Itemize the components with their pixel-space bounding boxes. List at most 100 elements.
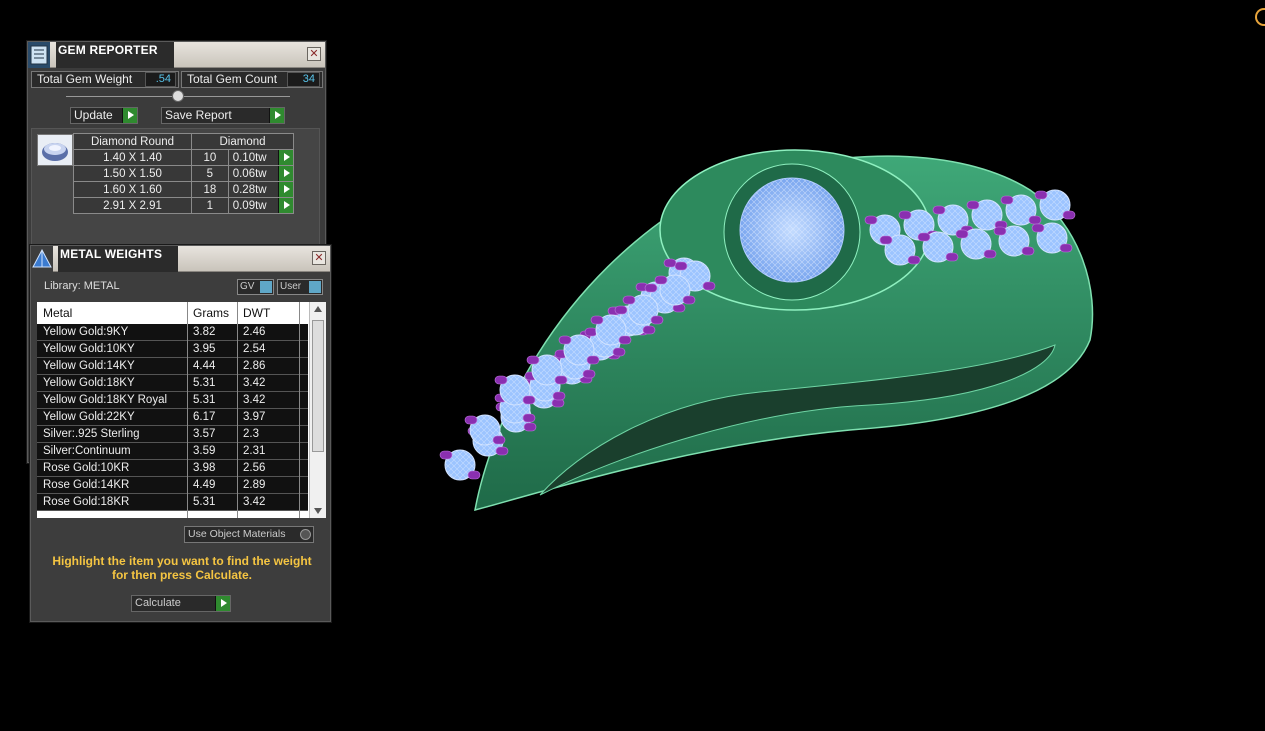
prong (622, 295, 636, 305)
prong (644, 283, 658, 293)
metal-grams: 3.57 (193, 428, 216, 440)
scroll-thumb[interactable] (312, 320, 324, 452)
prong (1000, 195, 1014, 205)
gem-count: 10 (191, 149, 229, 166)
prong (526, 355, 540, 365)
close-icon[interactable]: ✕ (307, 47, 321, 61)
metal-grams: 3.98 (193, 462, 216, 474)
prong (650, 315, 664, 325)
table-row[interactable]: 2.91 X 2.91 1 0.09tw (73, 197, 295, 214)
column-divider (187, 302, 188, 518)
gem-reporter-titlebar[interactable]: GEM REPORTER ✕ (28, 42, 325, 68)
metal-name: Yellow Gold:18KY (43, 377, 135, 389)
prong (523, 422, 537, 432)
prong (494, 375, 508, 385)
save-report-button[interactable]: Save Report (161, 107, 285, 124)
table-row[interactable]: 1.50 X 1.50 5 0.06tw (73, 165, 295, 182)
prong (582, 369, 596, 379)
scrollbar[interactable] (309, 302, 326, 518)
metal-pyramid-icon (31, 246, 53, 272)
table-row[interactable]: Rose Gold:10KR 3.98 2.56 (37, 460, 308, 477)
prong (983, 249, 997, 259)
metal-grams: 6.17 (193, 411, 216, 423)
gem-weight: 0.09tw (227, 197, 295, 214)
metal-dwt: 2.46 (243, 326, 266, 338)
prong (654, 275, 668, 285)
table-row[interactable]: Yellow Gold:9KY 3.82 2.46 (37, 324, 308, 341)
metal-dwt: 3.97 (243, 411, 266, 423)
close-icon[interactable]: ✕ (312, 251, 326, 265)
scroll-down-icon[interactable] (314, 508, 322, 514)
prong (945, 252, 959, 262)
table-row[interactable]: Rose Gold:14KR 4.49 2.89 (37, 477, 308, 494)
center-stone-net (740, 178, 844, 282)
calculate-button[interactable]: Calculate (131, 595, 231, 612)
report-icon (28, 42, 50, 68)
table-row[interactable]: Rose Gold:18KR 5.31 3.42 (37, 494, 308, 511)
metal-name: Rose Gold:18KR (43, 496, 130, 508)
prong (932, 205, 946, 215)
gem-count: 5 (191, 165, 229, 182)
col-grams[interactable]: Grams (193, 302, 229, 324)
metal-weights-title: METAL WEIGHTS (58, 246, 178, 272)
prong (522, 395, 536, 405)
ring-3d-viewport[interactable] (430, 130, 1120, 530)
use-object-materials-toggle[interactable]: Use Object Materials (184, 526, 314, 543)
table-row[interactable]: Yellow Gold:10KY 3.95 2.54 (37, 341, 308, 358)
metal-name: Silver:Continuum (43, 445, 131, 457)
viewport-orbit-icon[interactable] (1255, 8, 1265, 26)
prong (663, 258, 677, 268)
play-icon[interactable] (278, 166, 293, 181)
table-row[interactable]: Yellow Gold:14KY 4.44 2.86 (37, 358, 308, 375)
play-icon (215, 596, 230, 611)
total-gem-weight-value: .54 (145, 72, 176, 87)
play-icon[interactable] (278, 150, 293, 165)
prong (1021, 246, 1035, 256)
metal-dwt: 2.56 (243, 462, 266, 474)
gv-label: GV (240, 281, 255, 292)
update-button[interactable]: Update (70, 107, 138, 124)
prong (993, 226, 1007, 236)
table-row[interactable]: Yellow Gold:18KY Royal 5.31 3.42 (37, 392, 308, 409)
metal-table: Metal Grams DWT Yellow Gold:9KY 3.82 2.46 Y… (37, 302, 326, 518)
metal-weights-titlebar[interactable]: METAL WEIGHTS ✕ (31, 246, 330, 272)
gem-weight-value: 0.28tw (232, 183, 267, 196)
toggle-indicator-icon (309, 281, 321, 293)
metal-name: Yellow Gold:10KY (43, 343, 135, 355)
scroll-up-icon[interactable] (314, 306, 322, 312)
gem-weight-value: 0.06tw (232, 167, 267, 180)
gem-table: Diamond Round Diamond 1.40 X 1.40 10 0.1… (73, 133, 295, 214)
metal-grams: 3.59 (193, 445, 216, 457)
table-row[interactable]: Silver:Continuum 3.59 2.31 (37, 443, 308, 460)
play-icon[interactable] (278, 182, 293, 197)
gv-toggle[interactable]: GV (237, 279, 274, 295)
prong (522, 413, 536, 423)
metal-grams: 5.31 (193, 496, 216, 508)
metal-dwt: 3.42 (243, 394, 266, 406)
table-row[interactable]: Yellow Gold:18KY 5.31 3.42 (37, 375, 308, 392)
prong (955, 229, 969, 239)
table-row[interactable]: Yellow Gold:22KY 6.17 3.97 (37, 409, 308, 426)
col-dwt[interactable]: DWT (243, 302, 270, 324)
prong (554, 375, 568, 385)
metal-grams: 4.49 (193, 479, 216, 491)
table-row[interactable]: 1.60 X 1.60 18 0.28tw (73, 181, 295, 198)
radio-icon (300, 529, 311, 540)
play-icon[interactable] (278, 198, 293, 213)
table-row[interactable]: 1.40 X 1.40 10 0.10tw (73, 149, 295, 166)
prong (642, 325, 656, 335)
gem-size: 1.50 X 1.50 (73, 165, 192, 182)
metal-name: Yellow Gold:22KY (43, 411, 135, 423)
metal-name: Yellow Gold:14KY (43, 360, 135, 372)
prong (552, 391, 566, 401)
metal-grams: 5.31 (193, 394, 216, 406)
user-toggle[interactable]: User (277, 279, 323, 295)
library-label: Library: METAL (44, 280, 120, 292)
slider-handle[interactable] (172, 90, 184, 102)
gem-size: 1.40 X 1.40 (73, 149, 192, 166)
metal-name: Yellow Gold:9KY (43, 326, 129, 338)
table-row[interactable]: Silver:.925 Sterling 3.57 2.3 (37, 426, 308, 443)
col-metal[interactable]: Metal (43, 302, 72, 324)
gem-reporter-title: GEM REPORTER (56, 42, 174, 68)
prong (682, 295, 696, 305)
